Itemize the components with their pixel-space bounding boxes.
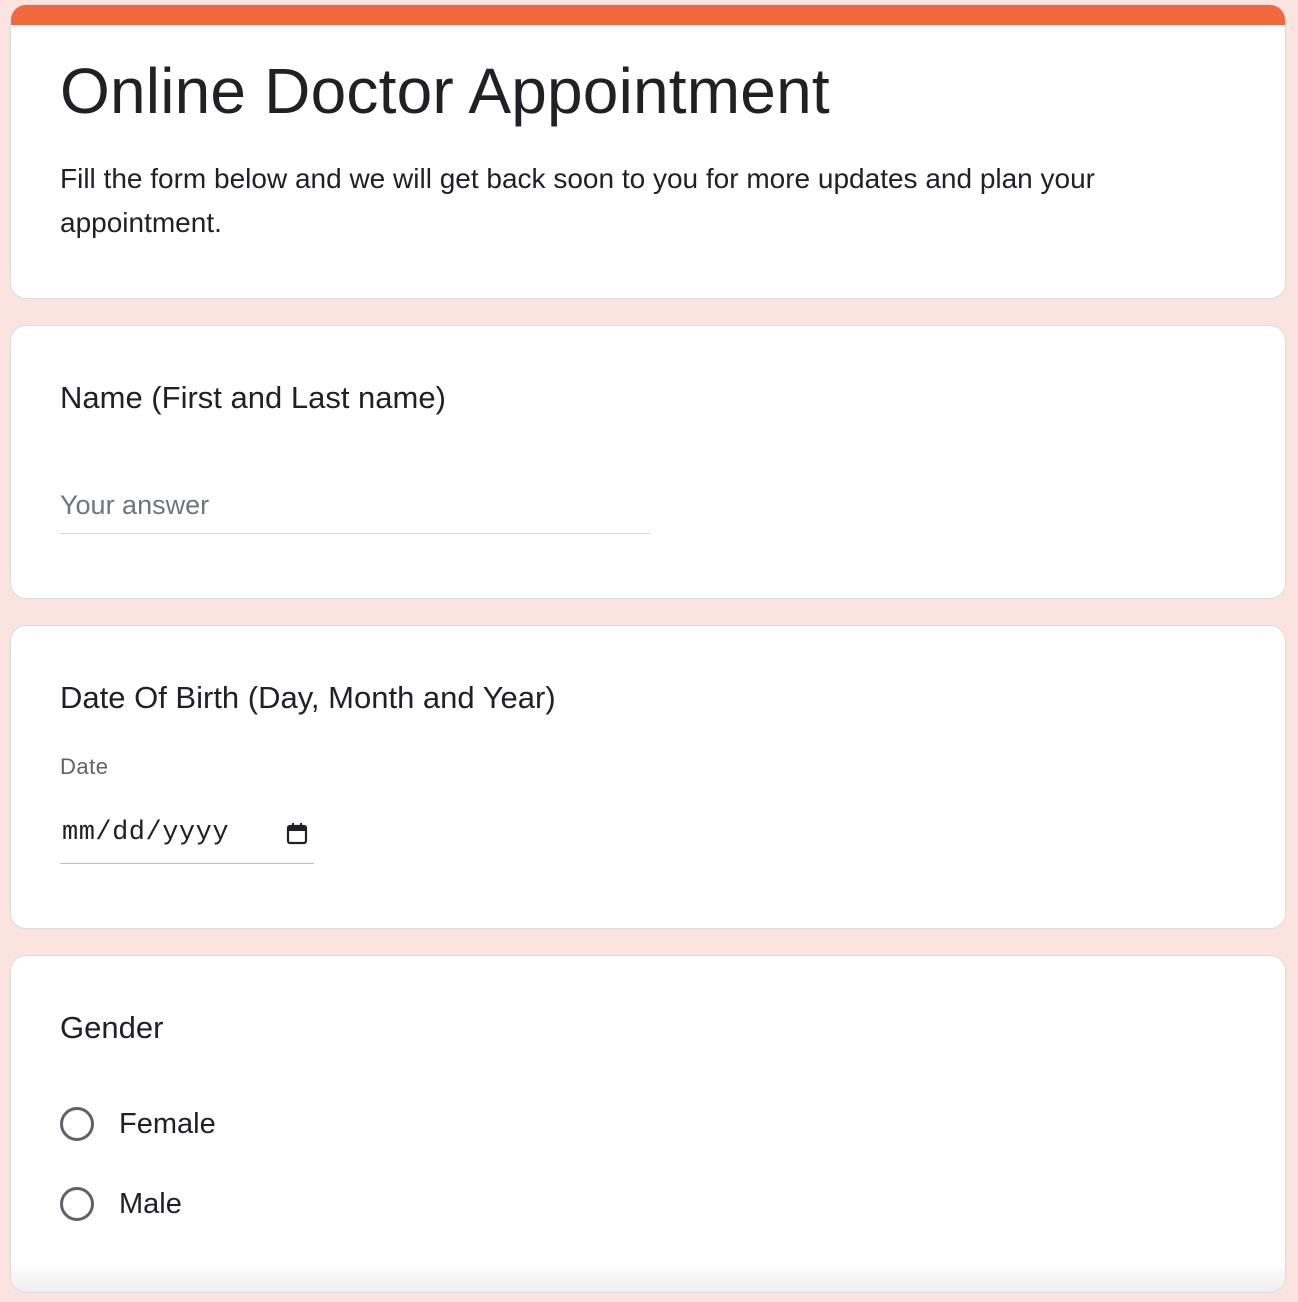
calendar-icon[interactable] bbox=[286, 822, 308, 846]
radio-button-icon[interactable] bbox=[60, 1107, 94, 1141]
question-title-dob: Date Of Birth (Day, Month and Year) bbox=[60, 680, 556, 715]
date-of-birth-input[interactable]: mm/dd/yyyy bbox=[60, 810, 314, 864]
date-caption: Date bbox=[60, 754, 109, 779]
radio-option-male[interactable]: Male bbox=[60, 1182, 182, 1226]
date-value: mm/dd/yyyy bbox=[62, 818, 230, 848]
scroll-fade bbox=[11, 1262, 1285, 1292]
question-card-gender: Gender Female Male bbox=[10, 955, 1286, 1293]
radio-label-male: Male bbox=[119, 1187, 182, 1220]
name-input[interactable] bbox=[60, 478, 650, 534]
form-title: Online Doctor Appointment bbox=[60, 55, 830, 127]
radio-option-female[interactable]: Female bbox=[60, 1102, 216, 1146]
question-title-gender: Gender bbox=[60, 1010, 164, 1045]
form-description: Fill the form below and we will get back… bbox=[60, 163, 1096, 238]
radio-button-icon[interactable] bbox=[60, 1187, 94, 1221]
header-accent-bar bbox=[11, 5, 1285, 25]
question-card-name: Name (First and Last name) bbox=[10, 325, 1286, 599]
radio-label-female: Female bbox=[119, 1107, 216, 1140]
question-title-name: Name (First and Last name) bbox=[60, 380, 446, 415]
form-header-card: Online Doctor Appointment Fill the form … bbox=[10, 4, 1286, 299]
question-card-dob: Date Of Birth (Day, Month and Year) Date… bbox=[10, 625, 1286, 929]
